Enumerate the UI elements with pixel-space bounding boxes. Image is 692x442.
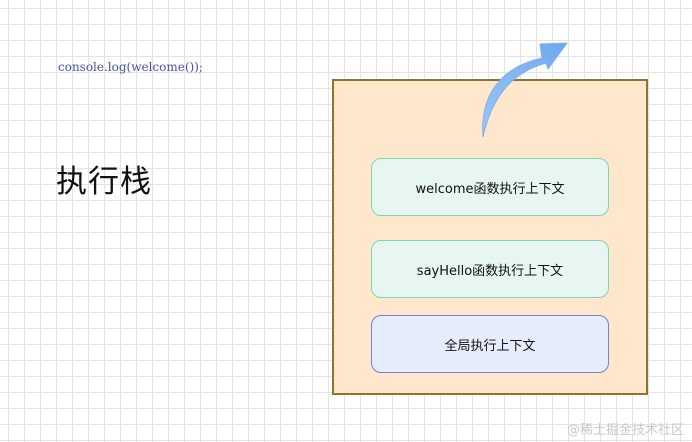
- page-title: 执行栈: [56, 164, 152, 200]
- frame-sayhello: sayHello函数执行上下文: [371, 240, 609, 298]
- code-line: console.log(welcome());: [58, 60, 203, 74]
- frame-welcome-label: welcome函数执行上下文: [415, 181, 565, 197]
- frame-global: 全局执行上下文: [371, 315, 609, 373]
- frame-welcome: welcome函数执行上下文: [371, 158, 609, 216]
- curved-up-right-arrow-icon: [482, 42, 569, 138]
- frame-sayhello-label: sayHello函数执行上下文: [416, 263, 564, 279]
- watermark: @稀土掘金技术社区: [566, 423, 684, 438]
- frame-global-label: 全局执行上下文: [444, 338, 536, 354]
